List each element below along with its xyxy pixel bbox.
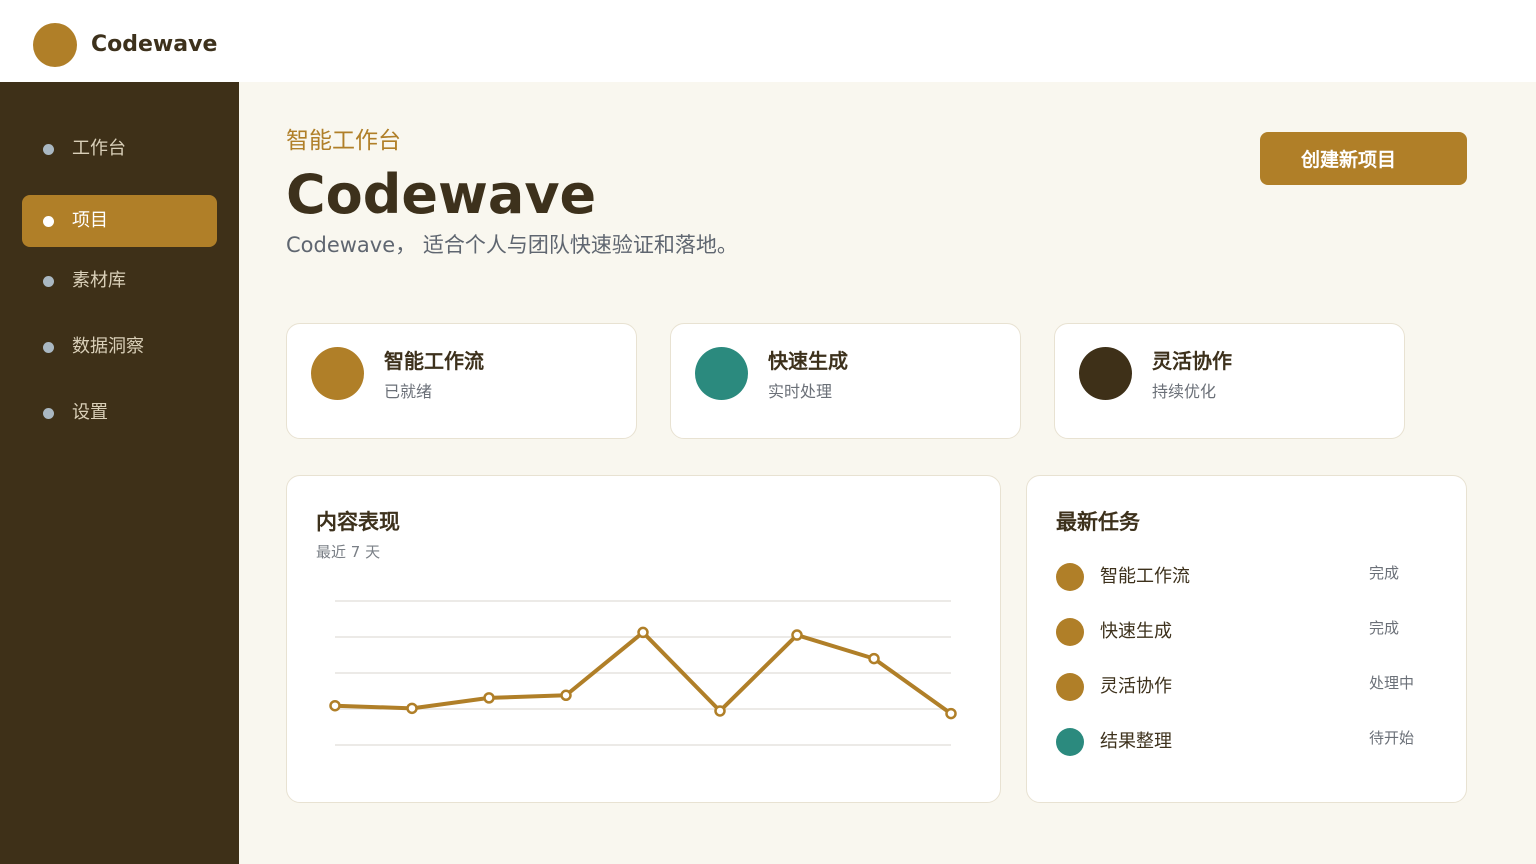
sidebar: 工作台 项目 素材库 数据洞察 设置 — [0, 82, 239, 864]
sidebar-item-workbench[interactable]: 工作台 — [22, 123, 217, 175]
chart-point[interactable] — [791, 629, 803, 641]
chart-point[interactable] — [483, 692, 495, 704]
brand-name[interactable]: Codewave — [91, 31, 217, 59]
task-status: 完成 — [1369, 619, 1400, 637]
task-name: 灵活协作 — [1100, 676, 1172, 697]
sidebar-item-label: 工作台 — [72, 138, 126, 159]
panel-subtitle: 最近 7 天 — [316, 543, 381, 561]
chart-point[interactable] — [868, 652, 880, 665]
chart-point[interactable] — [560, 689, 572, 702]
task-item[interactable]: 智能工作流 完成 — [1056, 562, 1436, 592]
chart-point[interactable] — [714, 705, 726, 717]
sidebar-item-label: 设置 — [72, 402, 108, 423]
task-item[interactable]: 快速生成 完成 — [1056, 617, 1436, 647]
sidebar-item-projects[interactable]: 项目 — [22, 195, 217, 247]
page-title: Codewave — [286, 163, 597, 226]
sidebar-item-assets[interactable]: 素材库 — [22, 255, 217, 307]
feature-status: 实时处理 — [768, 382, 833, 401]
task-status-dot-icon — [1056, 728, 1084, 756]
content-performance-panel: 内容表现 最近 7 天 — [286, 475, 1001, 803]
sidebar-item-label: 数据洞察 — [72, 336, 144, 357]
logo-icon[interactable] — [33, 23, 77, 67]
panel-title: 最新任务 — [1056, 510, 1140, 534]
nav-dot-icon — [43, 216, 54, 227]
task-item[interactable]: 结果整理 待开始 — [1056, 727, 1436, 757]
feature-status: 持续优化 — [1152, 382, 1217, 401]
task-status-dot-icon — [1056, 618, 1084, 646]
latest-tasks-panel: 最新任务 智能工作流 完成 快速生成 完成 灵活协作 处理中 结果整理 待开始 — [1026, 475, 1467, 803]
sidebar-item-label: 项目 — [72, 210, 108, 231]
task-status: 完成 — [1369, 564, 1400, 582]
chart-point[interactable] — [406, 702, 418, 715]
workflow-icon — [311, 347, 364, 400]
page-eyebrow: 智能工作台 — [286, 128, 401, 154]
feature-status: 已就绪 — [384, 382, 433, 401]
task-name: 结果整理 — [1100, 731, 1172, 752]
chart-point[interactable] — [329, 699, 341, 712]
nav-dot-icon — [43, 408, 54, 419]
collaborate-icon — [1079, 347, 1132, 400]
task-status-dot-icon — [1056, 673, 1084, 701]
create-project-button[interactable]: 创建新项目 — [1260, 132, 1467, 185]
feature-title: 灵活协作 — [1152, 349, 1232, 373]
feature-card-collaborate[interactable]: 灵活协作 持续优化 — [1054, 323, 1405, 439]
chart-point[interactable] — [945, 707, 957, 720]
generate-icon — [695, 347, 748, 400]
task-name: 智能工作流 — [1100, 566, 1190, 587]
page-subtitle: Codewave， 适合个人与团队快速验证和落地。 — [286, 233, 738, 257]
task-status-dot-icon — [1056, 563, 1084, 591]
nav-dot-icon — [43, 144, 54, 155]
feature-card-workflow[interactable]: 智能工作流 已就绪 — [286, 323, 637, 439]
feature-title: 快速生成 — [768, 349, 848, 373]
task-name: 快速生成 — [1100, 621, 1172, 642]
sidebar-item-insights[interactable]: 数据洞察 — [22, 321, 217, 373]
feature-card-generate[interactable]: 快速生成 实时处理 — [670, 323, 1021, 439]
task-item[interactable]: 灵活协作 处理中 — [1056, 672, 1436, 702]
top-bar: Codewave — [0, 0, 1536, 82]
nav-dot-icon — [43, 276, 54, 287]
task-status: 处理中 — [1369, 674, 1415, 692]
sidebar-item-label: 素材库 — [72, 270, 126, 291]
feature-title: 智能工作流 — [384, 349, 484, 373]
sidebar-item-settings[interactable]: 设置 — [22, 387, 217, 439]
panel-title: 内容表现 — [316, 510, 400, 534]
chart-point[interactable] — [637, 626, 649, 639]
task-status: 待开始 — [1369, 729, 1415, 747]
nav-dot-icon — [43, 342, 54, 353]
